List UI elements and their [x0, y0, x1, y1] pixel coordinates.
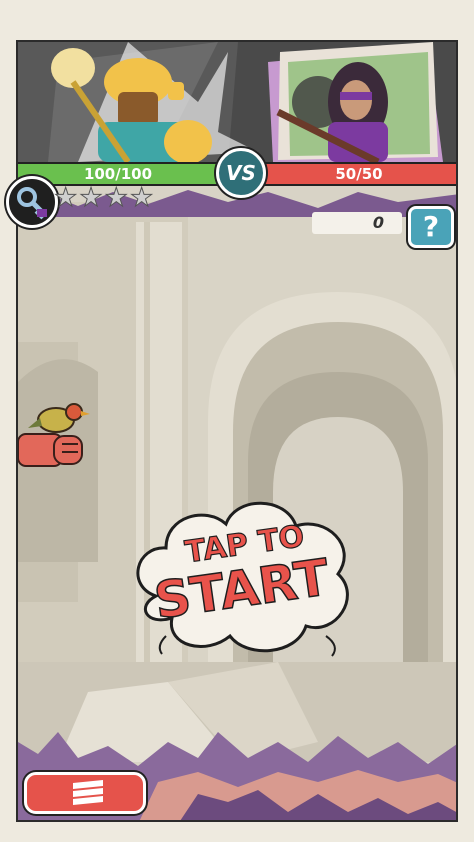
key-icon: [17, 187, 47, 220]
question-icon: ?: [422, 210, 440, 243]
vs-label: VS: [226, 161, 256, 185]
star-icon: ★: [53, 183, 78, 213]
score-value: 0: [372, 213, 384, 232]
star-icon: ★: [129, 183, 154, 213]
star-icon: ★: [79, 183, 103, 213]
score-display: 0: [312, 212, 402, 234]
help-button[interactable]: ?: [408, 206, 454, 248]
tap-to-start-button[interactable]: TAP TO START: [126, 486, 362, 662]
game-viewport: 100/100 50/50 VS: [16, 40, 458, 822]
enemy-health-bar: 50/50: [254, 162, 456, 186]
star-icon: ★: [104, 183, 128, 213]
star-rating: ★ ★ ★ ★: [53, 183, 154, 213]
player-health-text: 100/100: [83, 165, 153, 183]
key-badge[interactable]: [6, 176, 58, 228]
menu-button[interactable]: [24, 772, 146, 814]
menu-icon: [73, 780, 103, 805]
vs-badge: VS: [216, 148, 266, 198]
enemy-health-text: 50/50: [335, 165, 383, 183]
bird-icon: [28, 403, 90, 433]
hero-banner: [18, 42, 456, 162]
hero-portraits: [18, 42, 443, 162]
